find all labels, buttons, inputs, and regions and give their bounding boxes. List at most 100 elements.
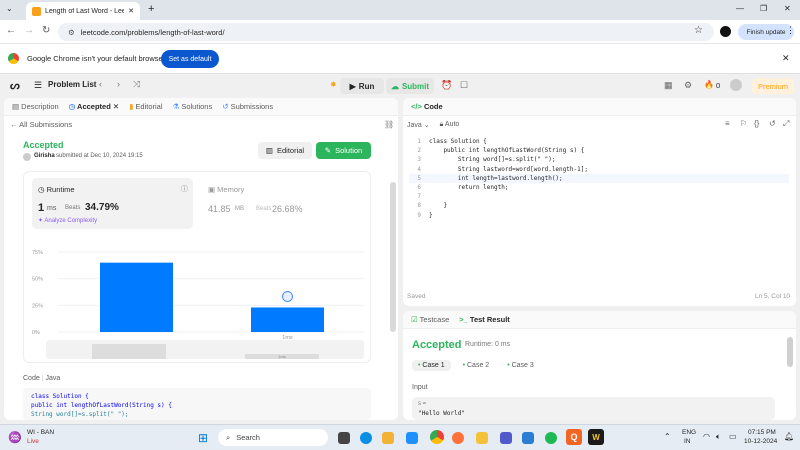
user-avatar[interactable] <box>730 79 742 91</box>
back-icon[interactable]: ← <box>6 25 16 36</box>
braces-icon[interactable]: {} <box>754 119 759 128</box>
runtime-bar[interactable] <box>251 307 324 332</box>
tab-solutions[interactable]: ⚗ Solutions <box>173 102 213 111</box>
q-app-icon[interactable]: Q <box>566 429 582 445</box>
format-icon[interactable]: ≡ <box>725 119 730 128</box>
code-line[interactable]: 2 public int lengthOfLastWord(String s) … <box>409 146 789 155</box>
chart-scroll-track[interactable]: 1ms <box>46 340 364 359</box>
bookmark-icon[interactable]: ⚐ <box>740 119 747 128</box>
copilot-icon[interactable] <box>382 432 394 444</box>
taskbar-search[interactable]: ⌕ Search <box>218 429 328 446</box>
fire-icon[interactable]: 🔥 <box>704 80 714 89</box>
settings-icon[interactable]: ⚙ <box>684 80 692 91</box>
runtime-card[interactable]: ◷ Runtime ⓘ 1 ms Beats 34.79% ✦ Analyze … <box>32 178 193 229</box>
set-default-button[interactable]: Set as default <box>161 50 219 68</box>
notification-bell-icon[interactable]: 🔔︎ <box>784 432 794 441</box>
tab-list-icon[interactable]: ⌄ <box>6 4 13 13</box>
file-explorer-icon[interactable] <box>476 432 488 444</box>
new-tab-icon[interactable]: + <box>148 3 154 15</box>
code-line[interactable]: 5 int length=lastword.length(); <box>409 173 789 184</box>
w-app-icon[interactable]: W <box>588 429 604 445</box>
case-tab-3[interactable]: • Case 3 <box>501 360 540 371</box>
browser-tab[interactable]: Length of Last Word - LeetCod ✕ <box>26 2 140 20</box>
code-line[interactable]: 9} <box>409 211 789 220</box>
shuffle-icon[interactable]: ⤨ <box>133 79 140 90</box>
code-line[interactable]: 1 class Solution { <box>409 137 789 146</box>
auto-mode-toggle[interactable]: 🔒︎ Auto <box>440 121 460 129</box>
store-icon[interactable] <box>406 432 418 444</box>
your-submission-marker-icon[interactable] <box>282 290 293 302</box>
code-line[interactable]: 7 <box>409 192 789 201</box>
premium-button[interactable]: Premium <box>752 78 794 94</box>
note-icon[interactable]: ☐ <box>460 80 468 91</box>
tab-testcase[interactable]: ☑ Testcase <box>411 315 449 324</box>
solution-button[interactable]: ✎ Solution <box>316 142 371 159</box>
clock-time[interactable]: 07:15 PM <box>748 429 776 436</box>
chrome-menu-icon[interactable]: ⋮ <box>786 25 795 36</box>
infobar-close-icon[interactable]: ✕ <box>782 53 790 64</box>
code-line[interactable]: 8 } <box>409 201 789 210</box>
task-view-icon[interactable] <box>338 432 350 444</box>
debug-icon[interactable]: ✸ <box>330 80 337 89</box>
info-icon[interactable]: ⓘ <box>181 184 188 194</box>
share-icon[interactable]: ⛓ <box>384 120 394 129</box>
battery-icon[interactable]: ▭ <box>729 432 737 441</box>
url-field[interactable]: ⚙ leetcode.com/problems/length-of-last-w… <box>58 23 714 41</box>
problem-list-link[interactable]: Problem List <box>48 80 96 89</box>
alarm-icon[interactable]: ⏰ <box>441 80 452 91</box>
tab-editorial[interactable]: ▮ Editorial <box>129 102 162 111</box>
memory-card[interactable]: ▣ Memory 41.85 MB Beats 26.68% <box>202 178 352 229</box>
code-editor[interactable]: 1 class Solution {2 public int lengthOfLa… <box>409 137 789 227</box>
chrome-taskbar-icon[interactable] <box>430 430 444 444</box>
language-select[interactable]: Java ⌄ <box>407 121 430 129</box>
tab-close-icon[interactable]: ✕ <box>128 7 134 15</box>
volume-icon[interactable]: 🔈︎ <box>716 432 721 442</box>
runtime-bar[interactable] <box>100 262 173 332</box>
window-close-icon[interactable]: ✕ <box>784 4 791 13</box>
code-line[interactable]: 6 return length; <box>409 183 789 192</box>
word-icon[interactable] <box>522 432 534 444</box>
tab-test-result[interactable]: >_ Test Result <box>459 315 510 324</box>
fullscreen-icon[interactable]: ⤢ <box>783 119 789 129</box>
minimize-icon[interactable]: — <box>736 4 744 13</box>
layout-icon[interactable]: ▦ <box>664 80 673 91</box>
all-submissions-link[interactable]: ← All Submissions <box>10 120 72 129</box>
profile-avatar[interactable] <box>720 26 731 37</box>
forward-icon[interactable]: → <box>24 25 34 36</box>
submitter-name[interactable]: Girisha <box>34 153 55 159</box>
weather-label[interactable]: WI - BAN <box>27 429 54 436</box>
spotify-icon[interactable] <box>545 432 557 444</box>
case-tab-1[interactable]: • Case 1 <box>412 360 451 371</box>
reset-icon[interactable]: ↺ <box>769 119 776 128</box>
wifi-icon[interactable]: ◠ <box>703 432 710 441</box>
tab-code[interactable]: </> Code <box>411 102 443 111</box>
leetcode-logo-icon[interactable]: ᔕ <box>10 79 21 92</box>
editorial-button[interactable]: ▥ Editorial <box>258 142 312 159</box>
code-line[interactable]: 3 String word[]=s.split(" "); <box>409 155 789 164</box>
submit-button[interactable]: ☁ Submit <box>386 78 434 94</box>
bookmark-star-icon[interactable]: ☆ <box>694 25 703 36</box>
maximize-icon[interactable]: ❐ <box>760 4 767 13</box>
tab-description[interactable]: ▤ Description <box>12 102 59 111</box>
tab-submissions[interactable]: ↺ Submissions <box>222 102 273 111</box>
right-scrollbar[interactable] <box>787 337 793 367</box>
firefox-icon[interactable] <box>452 432 464 444</box>
weather-icon[interactable]: ♒ <box>8 431 22 444</box>
edge-icon[interactable] <box>360 432 372 444</box>
analyze-complexity-link[interactable]: ✦ Analyze Complexity <box>38 217 97 224</box>
prev-problem-icon[interactable]: ‹ <box>99 79 102 89</box>
language-indicator[interactable]: ENG <box>682 429 696 436</box>
site-info-icon[interactable]: ⚙ <box>68 28 75 37</box>
teams-icon[interactable] <box>500 432 512 444</box>
run-button[interactable]: ▶ Run <box>340 78 384 94</box>
code-line[interactable]: 4 String lastword=word[word.length-1]; <box>409 165 789 174</box>
windows-start-icon[interactable]: ⊞ <box>198 431 208 445</box>
list-icon[interactable]: ☰ <box>34 80 42 91</box>
case-tab-2[interactable]: • Case 2 <box>457 360 496 371</box>
next-problem-icon[interactable]: › <box>117 79 120 89</box>
reload-icon[interactable]: ↻ <box>42 25 50 36</box>
left-scrollbar[interactable] <box>390 182 396 332</box>
tab-accepted-close-icon[interactable]: ✕ <box>113 102 119 111</box>
tray-chevron-icon[interactable]: ⌃ <box>664 432 671 441</box>
tab-accepted[interactable]: ◷ Accepted ✕ <box>69 102 120 111</box>
